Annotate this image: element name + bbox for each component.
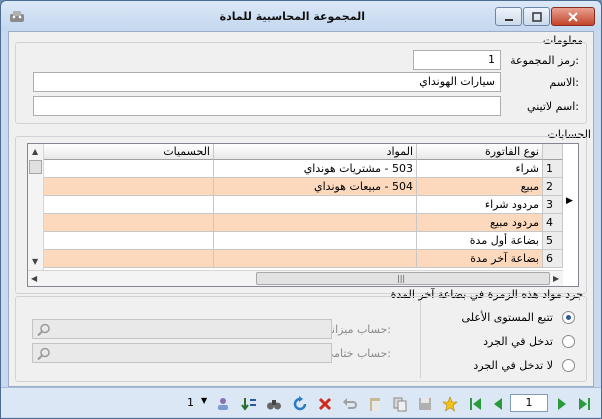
latin-name-input[interactable] [33,96,501,116]
record-number-input[interactable]: 1 [510,394,548,412]
search-icon[interactable] [37,347,51,361]
name-label: الاسم: [549,76,579,89]
navigation-toolbar: 1 ▼ 1 [1,387,601,417]
table-row[interactable]: 504 - مبيعات هونداي مبيع 2 [28,178,563,196]
table-row[interactable]: 503 - مشتريات هونداي شراء 1 [28,160,563,178]
dialog-window: المجموعة المحاسبية للمادة معلومات رمز ال… [0,0,602,419]
cell-invoice-type[interactable]: مبيع [417,178,543,196]
radio-exclude[interactable] [562,359,575,372]
scroll-right-icon[interactable]: ▶ [553,274,559,283]
col-header-rownum [543,144,563,160]
budget-account-field[interactable] [32,319,332,339]
name-input[interactable]: سيارات الهونداي [33,72,501,92]
next-record-icon[interactable] [554,396,570,412]
cell-discounts[interactable] [44,214,214,232]
last-record-icon[interactable] [576,396,592,412]
cell-invoice-type[interactable]: بضاعة أول مدة [417,232,543,250]
group-code-input[interactable]: 1 [413,50,501,70]
vscroll-thumb[interactable] [29,160,42,174]
cell-materials[interactable] [214,196,417,214]
col-header-type[interactable]: نوع الفاتورة [417,144,543,160]
inventory-divider [420,300,421,378]
cell-materials[interactable] [214,232,417,250]
hscroll-thumb[interactable]: ||| [256,272,550,285]
title-bar[interactable]: المجموعة المحاسبية للمادة [1,1,601,31]
cell-row-number: 5 [543,232,563,250]
first-record-icon[interactable] [468,396,484,412]
cell-materials[interactable] [214,250,417,268]
cell-materials[interactable]: 504 - مبيعات هونداي [214,178,417,196]
window-title: المجموعة المحاسبية للمادة [219,10,365,23]
previous-record-icon[interactable] [490,396,506,412]
grid-header: الحسميات المواد نوع الفاتورة [28,144,563,160]
radio-include[interactable] [562,335,575,348]
cell-invoice-type[interactable]: مردود مبيع [417,214,543,232]
group-code-label: رمز المجموعة: [510,54,579,67]
save-icon[interactable] [417,396,433,412]
copy-icon[interactable] [392,396,408,412]
grid-vertical-scrollbar[interactable]: ▲ ▼ [28,144,44,270]
cell-discounts[interactable] [44,250,214,268]
table-row[interactable]: بضاعة أول مدة 5 [28,232,563,250]
cell-discounts[interactable] [44,160,214,178]
col-header-discounts[interactable]: الحسميات [44,144,214,160]
minimize-button[interactable] [495,7,522,26]
cell-materials[interactable] [214,214,417,232]
radio-include-label: تدخل في الجرد [483,335,553,348]
search-icon[interactable] [37,323,51,337]
star-icon[interactable] [442,396,458,412]
minimize-icon [504,19,513,21]
final-account-label: حساب ختامي: [324,347,391,360]
cell-invoice-type[interactable]: مردود شراء [417,196,543,214]
radio-exclude-label: لا تدخل في الجرد [473,359,553,372]
left-counter: 1 [187,396,194,409]
sort-down-icon[interactable] [241,396,257,412]
users-icon[interactable] [215,396,231,412]
scroll-down-icon[interactable]: ▼ [32,257,38,266]
radio-follow-upper-label: تتبع المستوى الأعلى [461,311,553,324]
table-row[interactable]: مردود مبيع 4 [28,214,563,232]
table-row[interactable]: بضاعة آخر مدة 6 [28,250,563,268]
cell-discounts[interactable] [44,232,214,250]
budget-account-label: حساب ميزانية: [322,323,391,336]
maximize-icon [531,12,542,22]
cell-row-number: 6 [543,250,563,268]
cell-row-number: 2 [543,178,563,196]
cell-materials[interactable]: 503 - مشتريات هونداي [214,160,417,178]
latin-name-label: اسم لاتيني: [527,100,579,113]
undo-icon[interactable] [342,396,358,412]
cell-row-number: 1 [543,160,563,178]
app-icon [10,11,24,22]
current-row-indicator-icon: ▶ [566,196,573,206]
cell-row-number: 4 [543,214,563,232]
binoculars-icon[interactable] [266,396,282,412]
delete-icon[interactable] [317,396,333,412]
cell-discounts[interactable] [44,178,214,196]
grip-icon: ||| [397,274,406,283]
grid-horizontal-scrollbar[interactable]: ◀ ||| ▶ [28,270,563,286]
scroll-up-icon[interactable]: ▲ [32,147,38,156]
col-header-materials[interactable]: المواد [214,144,417,160]
table-row[interactable]: مردود شراء 3 [28,196,563,214]
accounts-grid[interactable]: الحسميات المواد نوع الفاتورة 503 - مشتري… [27,143,579,287]
radio-follow-upper[interactable] [562,311,575,324]
paste-icon[interactable] [367,396,383,412]
cell-invoice-type[interactable]: بضاعة آخر مدة [417,250,543,268]
cell-row-number: 3 [543,196,563,214]
cell-discounts[interactable] [44,196,214,214]
refresh-icon[interactable] [292,396,308,412]
dropdown-icon[interactable]: ▼ [201,396,207,405]
close-button[interactable] [551,7,595,26]
close-icon [568,12,578,22]
maximize-button[interactable] [523,7,550,26]
cell-invoice-type[interactable]: شراء [417,160,543,178]
scroll-left-icon[interactable]: ◀ [31,274,37,283]
final-account-field[interactable] [32,343,332,363]
